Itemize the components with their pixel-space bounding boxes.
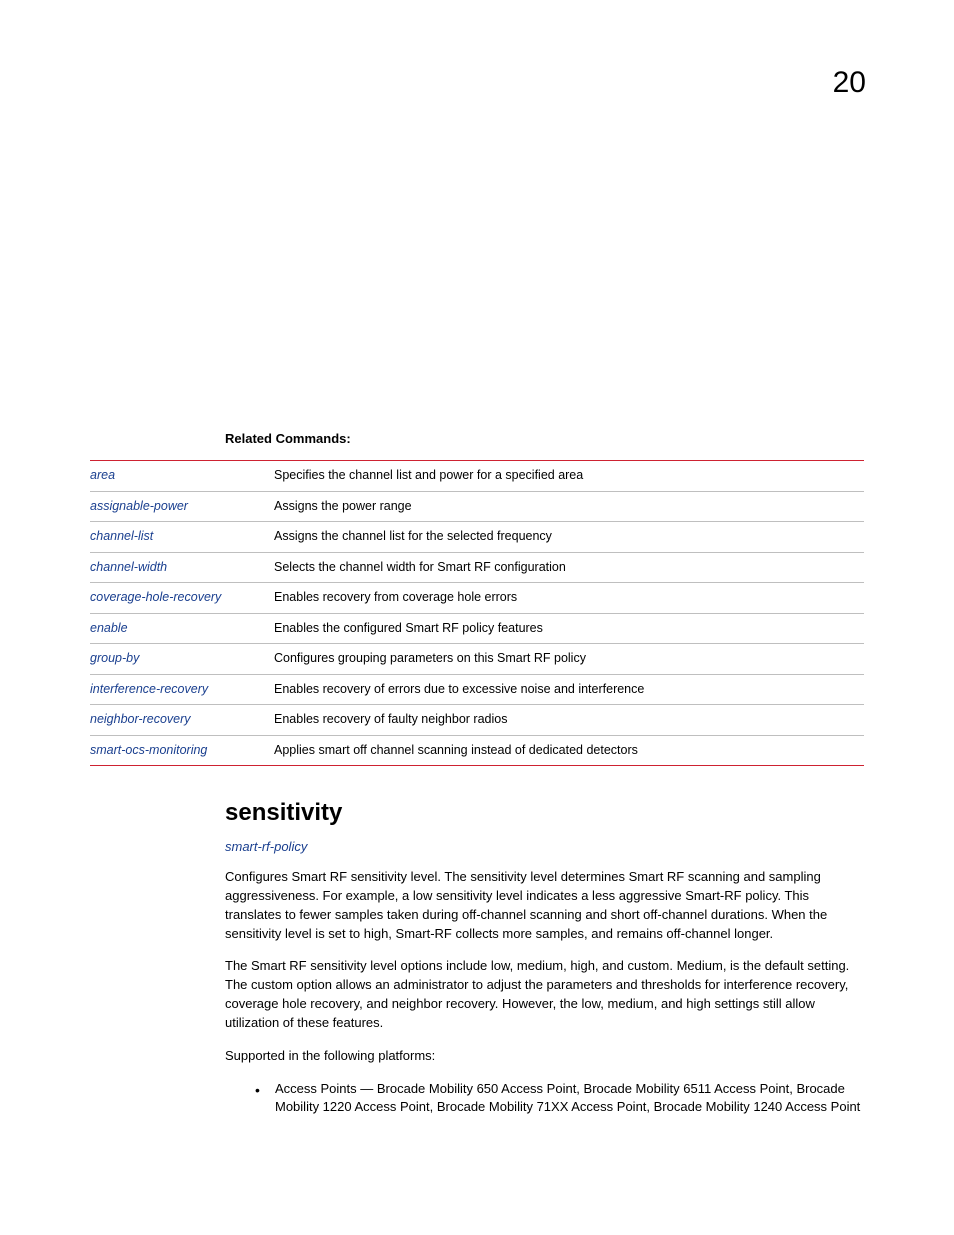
paragraph-supported-platforms: Supported in the following platforms: — [225, 1047, 864, 1066]
command-desc-cell: Enables recovery of errors due to excess… — [274, 674, 864, 705]
command-link-group-by[interactable]: group-by — [90, 651, 139, 665]
command-name-cell: coverage-hole-recovery — [90, 583, 274, 614]
command-name-cell: assignable-power — [90, 491, 274, 522]
platforms-list: Access Points — Brocade Mobility 650 Acc… — [255, 1080, 864, 1118]
command-name-cell: channel-list — [90, 522, 274, 553]
platforms-list-item: Access Points — Brocade Mobility 650 Acc… — [255, 1080, 864, 1118]
command-desc-cell: Enables recovery of faulty neighbor radi… — [274, 705, 864, 736]
command-link-coverage-hole-recovery[interactable]: coverage-hole-recovery — [90, 590, 221, 604]
command-name-cell: enable — [90, 613, 274, 644]
command-name-cell: smart-ocs-monitoring — [90, 735, 274, 766]
table-row: assignable-power Assigns the power range — [90, 491, 864, 522]
command-desc-cell: Enables the configured Smart RF policy f… — [274, 613, 864, 644]
command-link-enable[interactable]: enable — [90, 621, 128, 635]
command-name-cell: channel-width — [90, 552, 274, 583]
command-name-cell: neighbor-recovery — [90, 705, 274, 736]
command-desc-cell: Applies smart off channel scanning inste… — [274, 735, 864, 766]
command-link-neighbor-recovery[interactable]: neighbor-recovery — [90, 712, 191, 726]
command-name-cell: interference-recovery — [90, 674, 274, 705]
table-row: channel-width Selects the channel width f… — [90, 552, 864, 583]
command-desc-cell: Assigns the power range — [274, 491, 864, 522]
command-name-cell: area — [90, 461, 274, 492]
command-link-area[interactable]: area — [90, 468, 115, 482]
table-row: channel-list Assigns the channel list for… — [90, 522, 864, 553]
section-heading-sensitivity: sensitivity — [225, 796, 864, 830]
related-commands-heading: Related Commands: — [225, 430, 864, 448]
command-link-interference-recovery[interactable]: interference-recovery — [90, 682, 208, 696]
command-link-channel-list[interactable]: channel-list — [90, 529, 153, 543]
table-row: coverage-hole-recovery Enables recovery f… — [90, 583, 864, 614]
table-row: neighbor-recovery Enables recovery of fau… — [90, 705, 864, 736]
command-desc-cell: Enables recovery from coverage hole erro… — [274, 583, 864, 614]
chapter-number: 20 — [833, 62, 866, 104]
paragraph-description-2: The Smart RF sensitivity level options i… — [225, 957, 864, 1032]
command-link-assignable-power[interactable]: assignable-power — [90, 499, 188, 513]
policy-link-smart-rf[interactable]: smart-rf-policy — [225, 838, 864, 856]
page: 20 Related Commands: area Specifies the c… — [0, 0, 954, 1235]
paragraph-description-1: Configures Smart RF sensitivity level. T… — [225, 868, 864, 943]
command-link-smart-ocs-monitoring[interactable]: smart-ocs-monitoring — [90, 743, 207, 757]
table-row: smart-ocs-monitoring Applies smart off ch… — [90, 735, 864, 766]
command-link-channel-width[interactable]: channel-width — [90, 560, 167, 574]
related-commands-table: area Specifies the channel list and power… — [90, 460, 864, 766]
command-desc-cell: Selects the channel width for Smart RF c… — [274, 552, 864, 583]
table-row: area Specifies the channel list and power… — [90, 461, 864, 492]
command-name-cell: group-by — [90, 644, 274, 675]
command-desc-cell: Configures grouping parameters on this S… — [274, 644, 864, 675]
page-content: Related Commands: area Specifies the chan… — [90, 430, 864, 1117]
table-row: enable Enables the configured Smart RF po… — [90, 613, 864, 644]
table-row: interference-recovery Enables recovery of… — [90, 674, 864, 705]
command-desc-cell: Specifies the channel list and power for… — [274, 461, 864, 492]
table-row: group-by Configures grouping parameters o… — [90, 644, 864, 675]
command-desc-cell: Assigns the channel list for the selecte… — [274, 522, 864, 553]
